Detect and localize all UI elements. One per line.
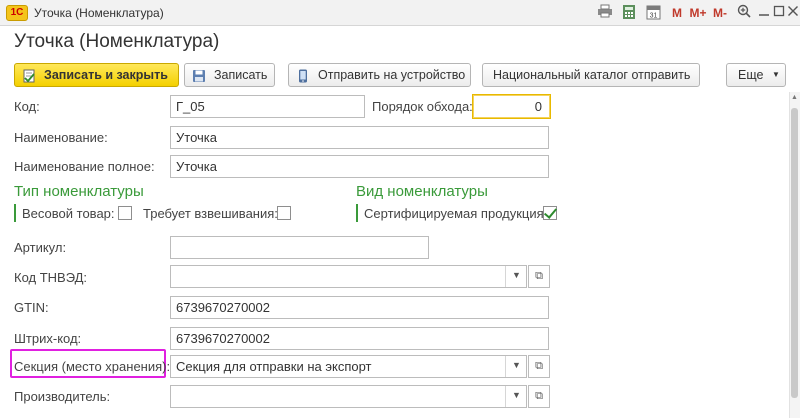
more-label: Еще [738,68,764,82]
zoom-icon[interactable] [736,4,752,22]
calculator-icon[interactable] [620,4,638,22]
full-name-input[interactable]: Уточка [170,155,549,178]
mobile-device-icon [296,68,310,83]
title-bar: 1С Уточка (Номенклатура) 31 M M+ M- [0,0,800,26]
nomenclature-type-bar [14,204,16,222]
code-label: Код: [14,99,40,114]
save-button[interactable]: Записать [184,63,275,87]
order-input[interactable]: 0 [472,94,551,119]
scrollbar-thumb[interactable] [791,108,798,398]
memory-plus-icon[interactable]: M+ [688,4,708,22]
app-logo-icon: 1С [6,5,28,21]
code-input[interactable]: Г_05 [170,95,365,118]
article-label: Артикул: [14,240,67,255]
requires-weighing-label: Требует взвешивания: [143,206,278,221]
save-close-icon [22,68,36,83]
gtin-input[interactable]: 6739670270002 [170,296,549,319]
manufacturer-chevron-down-icon[interactable]: ▼ [505,386,526,407]
chevron-down-icon: ▼ [772,70,780,79]
save-label: Записать [214,68,268,82]
requires-weighing-checkbox[interactable] [277,206,291,220]
tnved-chevron-down-icon[interactable]: ▼ [505,266,526,287]
certified-product-checkbox[interactable] [543,206,557,220]
memory-icon[interactable]: M [670,4,684,22]
nomenclature-kind-title: Вид номенклатуры [356,183,488,200]
weight-goods-label: Весовой товар: [22,206,115,221]
manufacturer-label: Производитель: [14,389,111,404]
scroll-up-icon[interactable]: ▲ [790,94,799,102]
order-label: Порядок обхода: [372,99,473,114]
name-label: Наименование: [14,130,108,145]
gtin-label: GTIN: [14,300,49,315]
close-icon[interactable] [786,4,800,22]
weight-goods-checkbox[interactable] [118,206,132,220]
save-and-close-button[interactable]: Записать и закрыть [14,63,179,87]
name-input[interactable]: Уточка [170,126,549,149]
manufacturer-select[interactable]: ▼ [170,385,527,408]
memory-minus-icon[interactable]: M- [711,4,729,22]
tnved-label: Код ТНВЭД: [14,270,88,285]
floppy-disk-icon [192,68,206,82]
full-name-label: Наименование полное: [14,159,155,174]
minimize-icon[interactable] [757,4,771,22]
tnved-open-icon[interactable]: ⧉ [528,265,550,288]
page-title: Уточка (Номенклатура) [14,31,220,52]
send-to-device-label: Отправить на устройство [318,68,466,82]
nomenclature-type-title: Тип номенклатуры [14,183,144,200]
manufacturer-open-icon[interactable]: ⧉ [528,385,550,408]
tnved-select[interactable]: ▼ [170,265,527,288]
send-to-device-button[interactable]: Отправить на устройство [288,63,471,87]
section-select[interactable]: Секция для отправки на экспорт ▼ [170,355,527,378]
section-chevron-down-icon[interactable]: ▼ [505,356,526,377]
certified-product-label: Сертифицируемая продукция: [364,206,548,221]
more-menu-button[interactable]: Еще ▼ [726,63,786,87]
window-title: Уточка (Номенклатура) [34,6,164,20]
national-catalog-send-button[interactable]: Национальный каталог отправить [482,63,700,87]
section-value: Секция для отправки на экспорт [176,359,372,374]
section-label: Секция (место хранения): [14,359,171,374]
article-input[interactable] [170,236,429,259]
nomenclature-kind-bar [356,204,358,222]
save-and-close-label: Записать и закрыть [44,68,168,82]
section-open-icon[interactable]: ⧉ [528,355,550,378]
national-catalog-label: Национальный каталог отправить [493,68,691,82]
barcode-label: Штрих-код: [14,331,82,346]
calendar-icon[interactable]: 31 [644,4,662,22]
print-icon[interactable] [596,4,614,22]
svg-text:31: 31 [649,13,657,20]
maximize-icon[interactable] [772,4,786,22]
barcode-input[interactable]: 6739670270002 [170,327,549,350]
